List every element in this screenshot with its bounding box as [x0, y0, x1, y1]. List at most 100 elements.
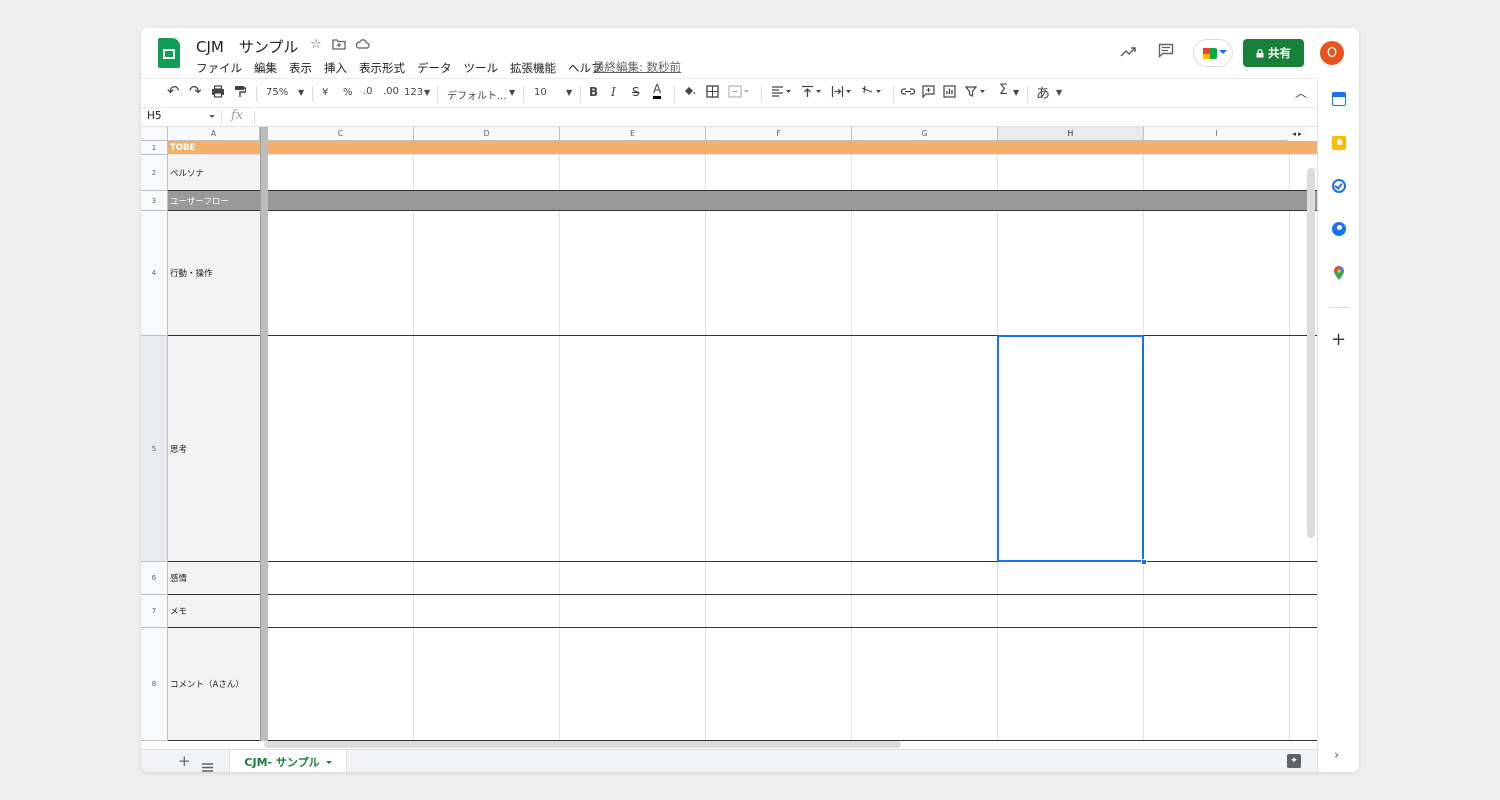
- horizontal-align-icon[interactable]: [771, 85, 793, 101]
- font-size-select[interactable]: 10: [534, 87, 547, 98]
- menu-view[interactable]: 表示: [289, 60, 312, 76]
- row-label-cell[interactable]: 感情: [168, 562, 260, 595]
- text-rotation-icon[interactable]: [861, 85, 883, 101]
- frozen-column-divider[interactable]: [260, 127, 268, 741]
- text-color-button[interactable]: A: [653, 83, 662, 99]
- expand-icon[interactable]: ›: [1334, 748, 1339, 763]
- tobe-header-band[interactable]: [268, 141, 1317, 155]
- undo-icon[interactable]: ↶: [167, 82, 180, 100]
- column-header-a[interactable]: A: [168, 127, 260, 141]
- document-title[interactable]: CJM サンプル: [196, 36, 298, 57]
- row-header-4[interactable]: 4: [141, 211, 168, 336]
- horizontal-scrollbar[interactable]: [264, 741, 901, 748]
- row-header-1[interactable]: 1: [141, 141, 168, 155]
- selected-cell-h5[interactable]: [997, 335, 1144, 562]
- row-header-3[interactable]: 3: [141, 191, 168, 211]
- font-size-chevron-down-icon[interactable]: ▼: [566, 88, 572, 97]
- insert-chart-icon[interactable]: [943, 85, 956, 101]
- row-header-6[interactable]: 6: [141, 562, 168, 595]
- explore-icon[interactable]: ✦: [1287, 754, 1301, 768]
- row-label-cell[interactable]: 思考: [168, 336, 260, 562]
- star-icon[interactable]: ☆: [310, 37, 322, 52]
- row-label-cell[interactable]: コメント（Aさん）: [168, 628, 260, 741]
- name-box-chevron-icon[interactable]: [209, 115, 215, 121]
- name-box[interactable]: H5: [147, 110, 162, 122]
- increase-decimal-button[interactable]: .00: [383, 86, 399, 97]
- comments-icon[interactable]: [1158, 43, 1174, 62]
- font-select[interactable]: デフォルト...: [447, 87, 507, 102]
- menu-format[interactable]: 表示形式: [359, 60, 405, 76]
- redo-icon[interactable]: ↷: [189, 82, 202, 100]
- activity-trend-icon[interactable]: [1120, 44, 1136, 62]
- decrease-decimal-button[interactable]: .0: [363, 86, 373, 97]
- row-label-cell[interactable]: 行動・操作: [168, 211, 260, 336]
- insert-comment-icon[interactable]: [922, 85, 935, 101]
- menu-data[interactable]: データ: [417, 60, 452, 76]
- vertical-scrollbar[interactable]: [1307, 168, 1315, 538]
- text-wrapping-icon[interactable]: [831, 85, 853, 101]
- calendar-icon[interactable]: [1332, 92, 1346, 106]
- more-formats-button[interactable]: 123: [404, 87, 423, 98]
- spreadsheet-grid[interactable]: ABCDEFGHI◂ ▸1TOBE2ペルソナ3ユーザーフロー4行動・操作5思考6…: [141, 127, 1317, 741]
- select-all-corner[interactable]: [141, 127, 168, 141]
- column-header-d[interactable]: D: [414, 127, 560, 141]
- vertical-align-icon[interactable]: [801, 85, 823, 101]
- column-header-h[interactable]: H: [998, 127, 1144, 141]
- last-edit-link[interactable]: 最終編集: 数秒前: [593, 59, 681, 75]
- zoom-select[interactable]: 75%: [266, 87, 288, 98]
- column-header-i[interactable]: I: [1144, 127, 1290, 141]
- functions-icon[interactable]: Σ: [999, 82, 1008, 98]
- column-header-g[interactable]: G: [852, 127, 998, 141]
- insert-link-icon[interactable]: [900, 85, 916, 101]
- move-folder-icon[interactable]: [332, 38, 346, 54]
- filter-icon[interactable]: [964, 85, 987, 101]
- row-label-cell[interactable]: ペルソナ: [168, 155, 260, 191]
- column-header-e[interactable]: E: [560, 127, 706, 141]
- keep-icon[interactable]: [1332, 136, 1346, 150]
- paint-format-icon[interactable]: [234, 85, 247, 101]
- add-sheet-icon[interactable]: +: [178, 752, 191, 770]
- functions-chevron-icon[interactable]: ▼: [1013, 88, 1019, 97]
- tasks-icon[interactable]: [1332, 179, 1346, 193]
- sheets-logo-icon[interactable]: [158, 38, 180, 68]
- row-label-cell[interactable]: ユーザーフロー: [168, 191, 260, 211]
- column-scroll-arrows-icon[interactable]: ◂ ▸: [1287, 127, 1307, 141]
- row-header-8[interactable]: 8: [141, 628, 168, 741]
- add-icon[interactable]: +: [1331, 329, 1346, 350]
- column-header-f[interactable]: F: [706, 127, 852, 141]
- all-sheets-icon[interactable]: [202, 757, 213, 772]
- cloud-status-icon[interactable]: [355, 38, 370, 54]
- menu-insert[interactable]: 挿入: [324, 60, 347, 76]
- font-chevron-down-icon[interactable]: ▼: [509, 88, 515, 97]
- strikethrough-button[interactable]: S: [632, 85, 640, 99]
- column-header-c[interactable]: C: [268, 127, 414, 141]
- print-icon[interactable]: [211, 85, 225, 101]
- share-button[interactable]: 共有: [1243, 39, 1304, 67]
- percent-format-button[interactable]: %: [343, 87, 353, 98]
- fill-handle[interactable]: [1141, 559, 1147, 565]
- italic-button[interactable]: I: [611, 85, 616, 99]
- account-avatar[interactable]: O: [1320, 41, 1344, 65]
- sheet-tab-chevron-icon[interactable]: [325, 760, 332, 767]
- row-header-7[interactable]: 7: [141, 595, 168, 628]
- menu-tools[interactable]: ツール: [464, 60, 499, 76]
- row-label-cell[interactable]: TOBE: [168, 141, 260, 155]
- borders-icon[interactable]: [706, 85, 719, 101]
- sheet-tab-active[interactable]: CJM- サンプル: [229, 750, 347, 772]
- user-flow-band[interactable]: [268, 191, 1317, 211]
- fill-color-icon[interactable]: [683, 85, 697, 101]
- input-tools-button[interactable]: あ: [1036, 83, 1050, 103]
- collapse-menus-icon[interactable]: ︿: [1295, 84, 1307, 101]
- zoom-chevron-down-icon[interactable]: ▼: [298, 88, 304, 97]
- maps-icon[interactable]: [1332, 265, 1346, 280]
- merge-cells-icon[interactable]: [728, 85, 750, 101]
- row-label-cell[interactable]: メモ: [168, 595, 260, 628]
- row-header-2[interactable]: 2: [141, 155, 168, 191]
- input-tools-chevron-icon[interactable]: ▼: [1056, 88, 1062, 97]
- menu-edit[interactable]: 編集: [254, 60, 277, 76]
- menu-file[interactable]: ファイル: [196, 60, 242, 76]
- row-header-5[interactable]: 5: [141, 336, 168, 562]
- more-formats-chevron-icon[interactable]: ▼: [424, 88, 430, 97]
- contacts-icon[interactable]: [1332, 222, 1346, 236]
- menu-extensions[interactable]: 拡張機能: [510, 60, 556, 76]
